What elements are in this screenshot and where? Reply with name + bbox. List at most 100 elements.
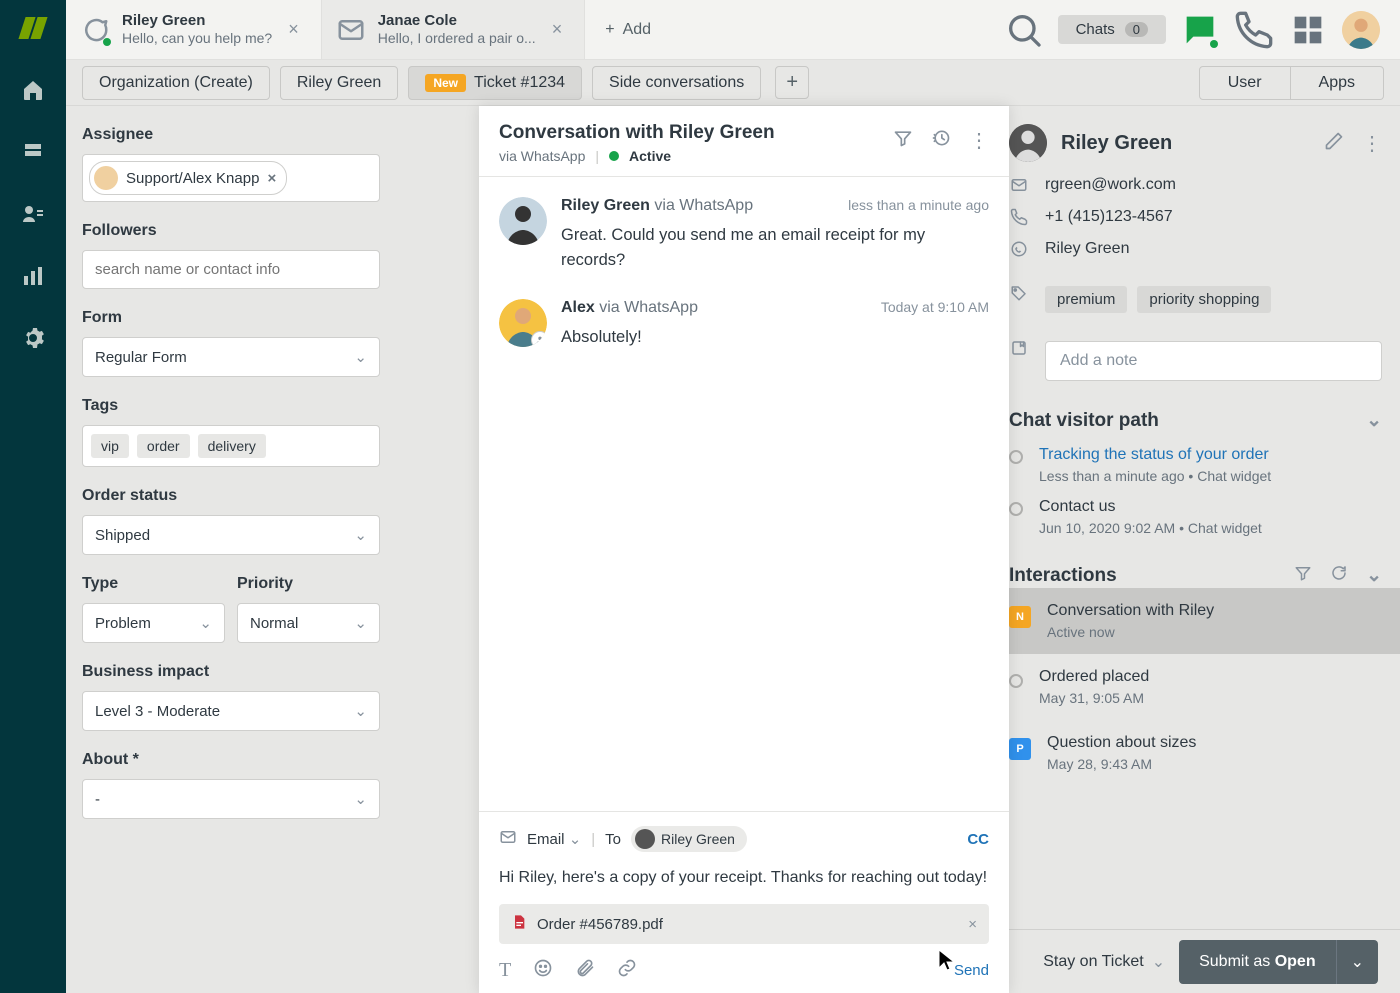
to-chip[interactable]: Riley Green bbox=[631, 826, 747, 852]
user-email[interactable]: rgreen@work.com bbox=[1045, 176, 1176, 194]
chats-pill[interactable]: Chats 0 bbox=[1058, 15, 1166, 44]
refresh-icon[interactable] bbox=[1330, 564, 1348, 588]
org-crumb[interactable]: Organization (Create) bbox=[82, 66, 270, 100]
attachment-icon[interactable] bbox=[575, 958, 595, 983]
type-select[interactable]: Problem⌄ bbox=[82, 603, 225, 643]
plus-icon: + bbox=[605, 21, 614, 39]
visitor-path-item[interactable]: Contact usJun 10, 2020 9:02 AM • Chat wi… bbox=[1009, 498, 1382, 536]
about-select[interactable]: -⌄ bbox=[82, 779, 380, 819]
add-tab-button[interactable]: + Add bbox=[585, 0, 671, 59]
user-tab[interactable]: User bbox=[1199, 66, 1291, 100]
phone-icon[interactable] bbox=[1234, 10, 1274, 50]
user-whatsapp[interactable]: Riley Green bbox=[1045, 240, 1129, 258]
requester-crumb[interactable]: Riley Green bbox=[280, 66, 398, 100]
tag-chip[interactable]: delivery bbox=[198, 434, 266, 458]
conversation-panel: Conversation with Riley Green via WhatsA… bbox=[479, 106, 1009, 993]
compose-body[interactable]: Hi Riley, here's a copy of your receipt.… bbox=[499, 866, 989, 890]
tab-title: Janae Cole bbox=[378, 12, 536, 30]
priority-select[interactable]: Normal⌄ bbox=[237, 603, 380, 643]
assignee-pill[interactable]: Support/Alex Knapp × bbox=[89, 161, 287, 195]
add-side-conversation-button[interactable]: + bbox=[775, 66, 809, 99]
user-tag[interactable]: premium bbox=[1045, 286, 1127, 313]
business-impact-select[interactable]: Level 3 - Moderate⌄ bbox=[82, 691, 380, 731]
close-icon[interactable]: × bbox=[548, 19, 567, 40]
to-label: To bbox=[605, 831, 621, 848]
search-icon[interactable] bbox=[1004, 10, 1044, 50]
more-icon[interactable]: ⋮ bbox=[969, 128, 989, 153]
interactions-heading: Interactions bbox=[1009, 565, 1117, 587]
timeline-dot bbox=[1009, 450, 1023, 464]
remove-icon[interactable]: × bbox=[267, 170, 276, 187]
link-icon[interactable] bbox=[617, 958, 637, 983]
user-tag[interactable]: priority shopping bbox=[1137, 286, 1271, 313]
status-badge: N bbox=[1009, 606, 1031, 628]
tag-chip[interactable]: order bbox=[137, 434, 190, 458]
side-conversations-button[interactable]: Side conversations bbox=[592, 66, 761, 100]
logo-icon[interactable] bbox=[19, 14, 47, 42]
active-dot-icon bbox=[609, 151, 619, 161]
order-status-select[interactable]: Shipped⌄ bbox=[82, 515, 380, 555]
history-icon[interactable] bbox=[931, 128, 951, 153]
customers-icon[interactable] bbox=[19, 200, 47, 228]
order-status-label: Order status bbox=[82, 487, 380, 505]
chevron-down-icon: ⌄ bbox=[354, 614, 367, 632]
submit-dropdown[interactable]: ⌄ bbox=[1336, 940, 1378, 984]
emoji-icon[interactable] bbox=[533, 958, 553, 983]
message-text: Absolutely! bbox=[561, 325, 989, 350]
about-label: About * bbox=[82, 751, 380, 769]
followers-input[interactable] bbox=[82, 250, 380, 289]
tags-field[interactable]: vip order delivery bbox=[82, 425, 380, 467]
visitor-path-heading: Chat visitor path bbox=[1009, 410, 1159, 432]
interaction-item[interactable]: P Question about sizesMay 28, 9:43 AM bbox=[991, 720, 1400, 786]
avatar[interactable] bbox=[1342, 11, 1380, 49]
send-button[interactable]: Send bbox=[954, 962, 989, 979]
chats-count: 0 bbox=[1125, 22, 1148, 37]
chevron-down-icon: ⌄ bbox=[354, 790, 367, 808]
message-time: Today at 9:10 AM bbox=[881, 299, 989, 315]
channel-select[interactable]: Email ⌄ bbox=[527, 830, 581, 848]
form-select[interactable]: Regular Form⌄ bbox=[82, 337, 380, 377]
views-icon[interactable] bbox=[19, 138, 47, 166]
remove-attachment-icon[interactable]: × bbox=[968, 916, 977, 933]
apps-grid-icon[interactable] bbox=[1288, 10, 1328, 50]
tab-janae[interactable]: Janae Cole Hello, I ordered a pair o... … bbox=[322, 0, 586, 59]
more-icon[interactable]: ⋮ bbox=[1362, 131, 1382, 156]
apps-tab[interactable]: Apps bbox=[1291, 66, 1384, 100]
filter-icon[interactable] bbox=[1294, 564, 1312, 588]
chevron-down-icon[interactable]: ⌄ bbox=[1366, 409, 1382, 432]
reports-icon[interactable] bbox=[19, 262, 47, 290]
interaction-item[interactable]: N Conversation with RileyActive now bbox=[991, 588, 1400, 654]
ticket-crumb[interactable]: NewTicket #1234 bbox=[408, 66, 582, 100]
chevron-down-icon: ⌄ bbox=[354, 348, 367, 366]
cc-button[interactable]: CC bbox=[967, 831, 989, 848]
visitor-path-item[interactable]: Tracking the status of your orderLess th… bbox=[1009, 446, 1382, 484]
tab-riley[interactable]: Riley Green Hello, can you help me? × bbox=[66, 0, 322, 59]
stay-on-ticket-button[interactable]: Stay on Ticket ⌄ bbox=[1043, 952, 1165, 972]
chat-icon[interactable] bbox=[1180, 10, 1220, 50]
submit-button[interactable]: Submit as Open ⌄ bbox=[1179, 940, 1378, 984]
note-input[interactable]: Add a note bbox=[1045, 341, 1382, 381]
form-label: Form bbox=[82, 309, 380, 327]
tab-subtitle: Hello, can you help me? bbox=[122, 30, 272, 47]
settings-icon[interactable] bbox=[19, 324, 47, 352]
close-icon[interactable]: × bbox=[284, 19, 303, 40]
interaction-title: Ordered placed bbox=[1039, 668, 1149, 686]
note-icon bbox=[1009, 339, 1029, 381]
home-icon[interactable] bbox=[19, 76, 47, 104]
edit-icon[interactable] bbox=[1324, 131, 1344, 156]
chevron-down-icon[interactable]: ⌄ bbox=[1366, 564, 1382, 588]
tag-chip[interactable]: vip bbox=[91, 434, 129, 458]
visitor-title[interactable]: Tracking the status of your order bbox=[1039, 446, 1271, 464]
whatsapp-icon bbox=[1009, 240, 1029, 258]
text-format-icon[interactable]: T bbox=[499, 959, 511, 982]
attachment-chip[interactable]: Order #456789.pdf × bbox=[499, 904, 989, 944]
tab-title: Riley Green bbox=[122, 12, 272, 30]
user-phone[interactable]: +1 (415)123-4567 bbox=[1045, 208, 1173, 226]
interaction-sub: May 31, 9:05 AM bbox=[1039, 690, 1149, 706]
interaction-title: Conversation with Riley bbox=[1047, 602, 1214, 620]
filter-icon[interactable] bbox=[893, 128, 913, 153]
type-label: Type bbox=[82, 575, 225, 593]
user-name: Riley Green bbox=[1061, 132, 1310, 155]
breadcrumb-row: Organization (Create) Riley Green NewTic… bbox=[66, 60, 1400, 106]
interaction-item[interactable]: Ordered placed May 31, 9:05 AM bbox=[991, 654, 1400, 720]
